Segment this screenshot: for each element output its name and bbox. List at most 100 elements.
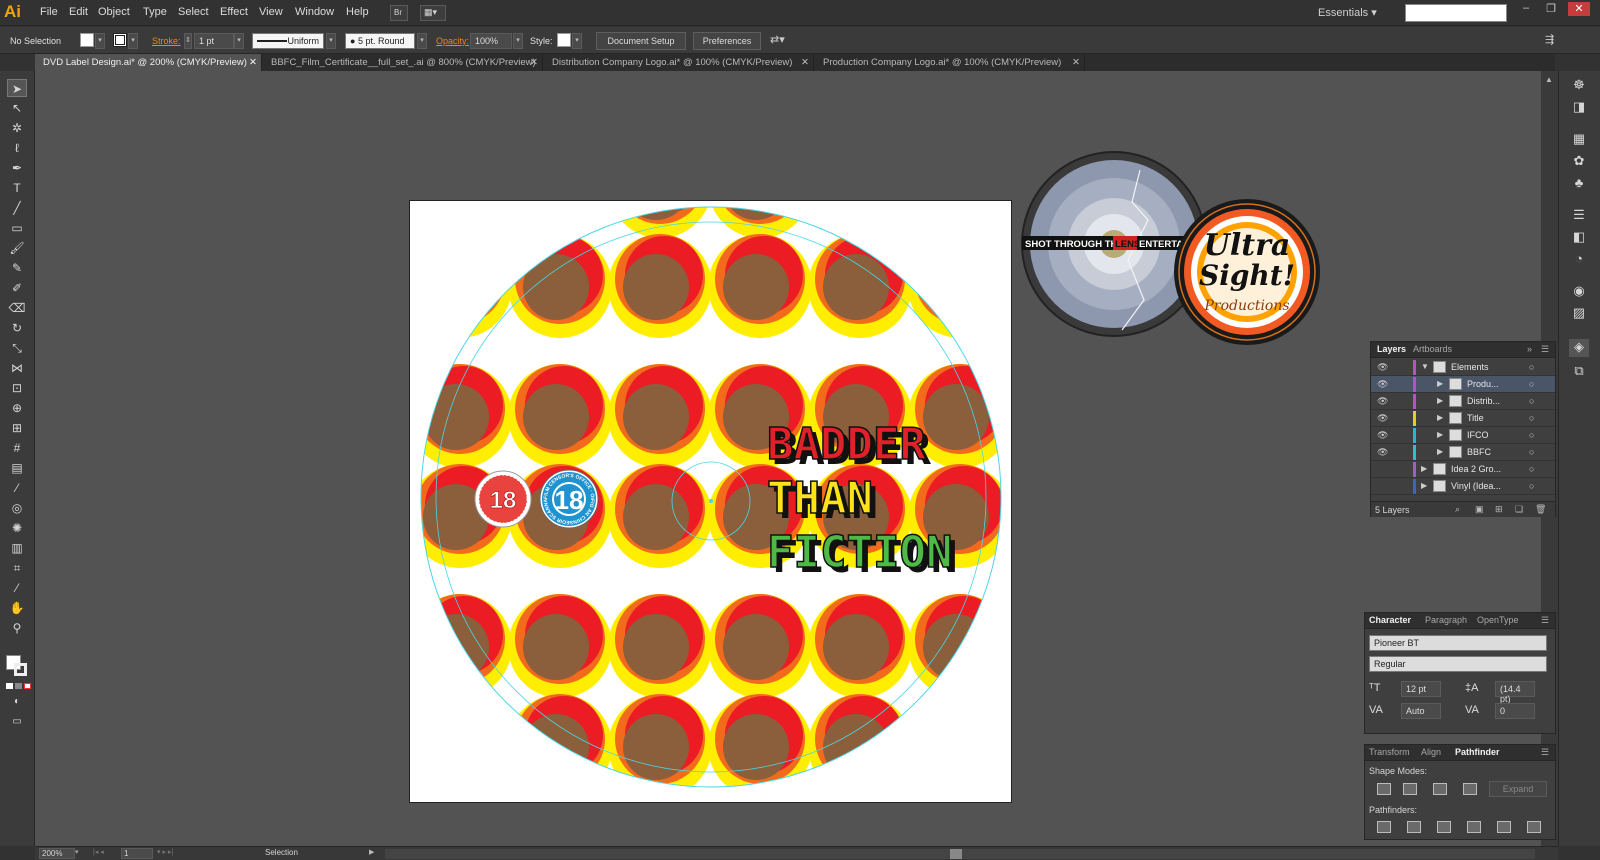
transparency-panel-icon[interactable]: ◔ [1569,251,1589,269]
expand-triangle-icon[interactable]: ▶ [1437,430,1443,439]
mesh-tool-icon[interactable]: # [7,439,27,457]
color-panel-icon[interactable]: ◨ [1569,99,1589,117]
color-guide-icon[interactable]: ☸ [1569,77,1589,95]
tab-opentype[interactable]: OpenType [1477,615,1519,625]
free-transform-tool-icon[interactable]: ⊡ [7,379,27,397]
stroke-weight-field[interactable]: 1 pt [194,33,234,49]
outline-icon[interactable] [1497,821,1511,833]
document-setup-button[interactable]: Document Setup [596,32,686,50]
type-tool-icon[interactable]: T [7,179,27,197]
expand-triangle-icon[interactable]: ▶ [1437,379,1443,388]
zoom-field[interactable]: 200% [39,848,75,859]
expand-triangle-icon[interactable]: ▼ [1421,362,1429,371]
tab-transform[interactable]: Transform [1369,747,1410,757]
direct-selection-tool-icon[interactable]: ↖ [7,99,27,117]
help-search-input[interactable] [1405,4,1507,22]
layer-row[interactable]: 👁 ▶ BBFC ○ [1371,444,1555,461]
close-window-button[interactable]: ✕ [1568,2,1590,16]
transform-options-icon[interactable]: ⇄▾ [770,33,785,46]
font-style-field[interactable]: Regular [1369,656,1547,672]
line-tool-icon[interactable]: ╱ [7,199,27,217]
layer-row[interactable]: 👁 ▶ Distrib... ○ [1371,393,1555,410]
workspace-switcher[interactable]: Essentials ▾ [1318,6,1377,19]
target-circle-icon[interactable]: ○ [1529,396,1534,406]
visibility-eye-icon[interactable]: 👁 [1377,447,1388,458]
first-artboard-icon[interactable]: |◂ ◂ [93,848,104,856]
intersect-icon[interactable] [1433,783,1447,795]
new-sublayer-icon[interactable]: ⊞ [1495,504,1503,515]
magic-wand-tool-icon[interactable]: ✲ [7,119,27,137]
target-circle-icon[interactable]: ○ [1529,481,1534,491]
eraser-tool-icon[interactable]: ⌫ [7,299,27,317]
layer-row[interactable]: ▶ Idea 2 Gro... ○ [1371,461,1555,478]
fill-swatch[interactable] [80,33,94,47]
menu-view[interactable]: View [259,6,283,18]
panel-menu-icon[interactable]: ☰ [1541,747,1549,758]
target-circle-icon[interactable]: ○ [1529,362,1534,372]
pencil-tool-icon[interactable]: ✎ [7,259,27,277]
font-family-field[interactable]: Pioneer BT [1369,635,1547,651]
menu-file[interactable]: File [40,6,58,18]
target-circle-icon[interactable]: ○ [1529,413,1534,423]
delete-layer-icon[interactable]: 🗑 [1535,504,1546,515]
stroke-weight-dropdown[interactable]: ▾ [234,33,244,49]
panel-menu-icon[interactable]: ☰ [1541,344,1549,355]
minus-front-icon[interactable] [1403,783,1417,795]
opacity-dropdown[interactable]: ▾ [513,33,523,49]
swatches-icon[interactable]: ▦ [1569,131,1589,149]
tab-align[interactable]: Align [1421,747,1441,757]
graphic-style-swatch[interactable] [557,33,571,47]
visibility-eye-icon[interactable]: 👁 [1377,413,1388,424]
next-artboard-icon[interactable]: ▾ ▸ ▸| [157,848,173,856]
minus-back-icon[interactable] [1527,821,1541,833]
expand-triangle-icon[interactable]: ▶ [1421,481,1427,490]
brush-dropdown[interactable]: ▾ [417,33,427,49]
appearance-panel-icon[interactable]: ◉ [1569,283,1589,301]
stroke-panel-icon[interactable]: ☰ [1569,207,1589,225]
stroke-dropdown[interactable]: ▾ [128,33,138,49]
gradient-panel-icon[interactable]: ◧ [1569,229,1589,247]
visibility-eye-icon[interactable]: 👁 [1377,362,1388,373]
none-mode-icon[interactable] [24,683,31,689]
variable-width-profile[interactable]: Uniform [252,33,324,49]
fill-dropdown[interactable]: ▾ [95,33,105,49]
lasso-tool-icon[interactable]: ℓ [7,139,27,157]
target-circle-icon[interactable]: ○ [1529,464,1534,474]
trim-icon[interactable] [1407,821,1421,833]
symbol-sprayer-tool-icon[interactable]: ✺ [7,519,27,537]
panel-menu-icon[interactable]: ☰ [1541,615,1549,626]
artboard-number-field[interactable]: 1 [121,848,153,859]
close-icon[interactable]: ✕ [249,57,257,68]
target-circle-icon[interactable]: ○ [1529,430,1534,440]
brushes-icon[interactable]: ✿ [1569,153,1589,171]
bridge-button[interactable]: Br [390,5,408,21]
gradient-mode-icon[interactable] [15,683,22,689]
visibility-eye-icon[interactable]: 👁 [1377,396,1388,407]
layers-panel-icon[interactable]: ◈ [1569,339,1589,357]
new-layer-icon[interactable]: ❏ [1515,504,1523,515]
profile-dropdown[interactable]: ▾ [326,33,336,49]
eyedropper-tool-icon[interactable]: ⁄ [7,479,27,497]
menu-help[interactable]: Help [346,6,369,18]
tab-pathfinder[interactable]: Pathfinder [1455,747,1500,757]
perspective-grid-tool-icon[interactable]: ⊞ [7,419,27,437]
layer-row[interactable]: 👁 ▶ IFCO ○ [1371,427,1555,444]
style-dropdown[interactable]: ▾ [572,33,582,49]
tab-production-logo[interactable]: Production Company Logo.ai* @ 100% (CMYK… [815,54,1085,71]
visibility-eye-icon[interactable]: 👁 [1377,430,1388,441]
menu-edit[interactable]: Edit [69,6,88,18]
visibility-eye-icon[interactable]: 👁 [1377,379,1388,390]
blend-tool-icon[interactable]: ◎ [7,499,27,517]
paintbrush-tool-icon[interactable]: 🖌 [7,239,27,257]
zoom-dropdown-icon[interactable]: ▾ [75,848,79,856]
leading-field[interactable]: (14.4 pt) [1495,681,1535,704]
column-graph-tool-icon[interactable]: ▥ [7,539,27,557]
horizontal-scrollbar[interactable] [385,849,1535,859]
scroll-up-icon[interactable]: ▲ [1545,75,1553,84]
gradient-tool-icon[interactable]: ▤ [7,459,27,477]
artboard[interactable]: 18 18 FILM CENSOR'S OFFICE · OIFIG AN CH… [409,200,1012,803]
opacity-label[interactable]: Opacity: [436,36,469,46]
close-icon[interactable]: ✕ [1072,57,1080,68]
expand-triangle-icon[interactable]: ▶ [1421,464,1427,473]
expand-triangle-icon[interactable]: ▶ [1437,413,1443,422]
